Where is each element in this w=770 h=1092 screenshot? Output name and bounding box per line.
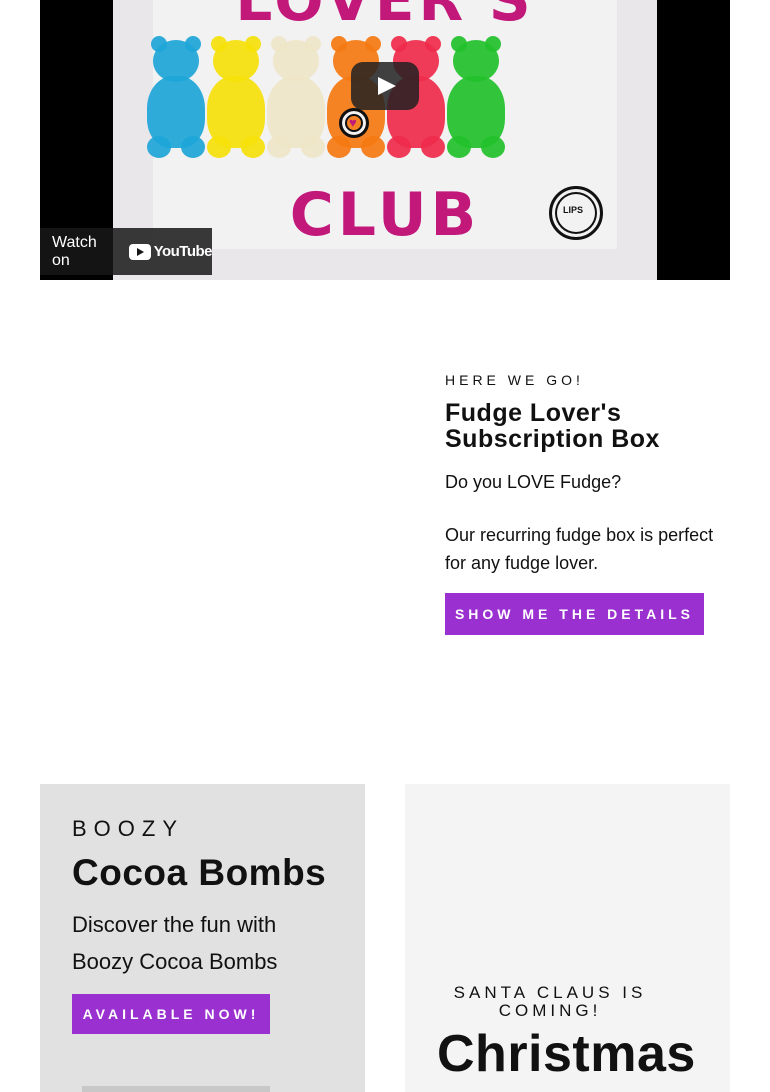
subscription-eyebrow: HERE WE GO! bbox=[445, 372, 584, 388]
video-embed[interactable]: LOVER'S ♥ LIPS CLUB Watch on YouTube bbox=[40, 0, 730, 280]
subscription-title: Fudge Lover's Subscription Box bbox=[445, 399, 660, 453]
video-title-top: LOVER'S bbox=[235, 0, 535, 34]
cocoa-bombs-title: Cocoa Bombs bbox=[72, 852, 327, 893]
cocoa-bombs-card[interactable]: BOOZY Cocoa Bombs Discover the fun with … bbox=[40, 784, 365, 1092]
cocoa-bombs-eyebrow: BOOZY bbox=[72, 816, 185, 841]
watch-on-youtube-button[interactable]: Watch on YouTube bbox=[40, 228, 213, 275]
heart-logo-icon: ♥ bbox=[339, 108, 369, 138]
christmas-title: Christmas bbox=[437, 1025, 696, 1083]
show-details-button[interactable]: SHOW ME THE DETAILS bbox=[445, 593, 704, 635]
gummy-bear bbox=[443, 36, 509, 160]
watch-on-label: Watch on bbox=[52, 233, 97, 269]
gummy-bear bbox=[203, 36, 269, 160]
cocoa-bombs-description: Discover the fun with Boozy Cocoa Bombs bbox=[72, 912, 278, 974]
gummy-bear bbox=[263, 36, 329, 160]
gummy-bear bbox=[143, 36, 209, 160]
subscription-text: Do you LOVE Fudge? Our recurring fudge b… bbox=[445, 468, 735, 577]
subscription-paragraph-2: Our recurring fudge box is perfect for a… bbox=[445, 525, 714, 573]
christmas-eyebrow: SANTA CLAUS IS COMING! bbox=[453, 983, 647, 1020]
card-image-edge bbox=[82, 1086, 270, 1092]
subscription-section: HERE WE GO! Fudge Lover's Subscription B… bbox=[445, 372, 735, 635]
subscription-paragraph-1: Do you LOVE Fudge? bbox=[445, 472, 622, 492]
youtube-logo-icon: YouTube bbox=[128, 243, 213, 260]
christmas-card[interactable]: SANTA CLAUS IS COMING! Christmas bbox=[405, 784, 730, 1092]
youtube-label: YouTube bbox=[153, 243, 213, 260]
play-icon[interactable] bbox=[351, 62, 419, 110]
available-now-button[interactable]: AVAILABLE NOW! bbox=[72, 994, 270, 1034]
youtube-play-box-icon bbox=[128, 243, 151, 260]
